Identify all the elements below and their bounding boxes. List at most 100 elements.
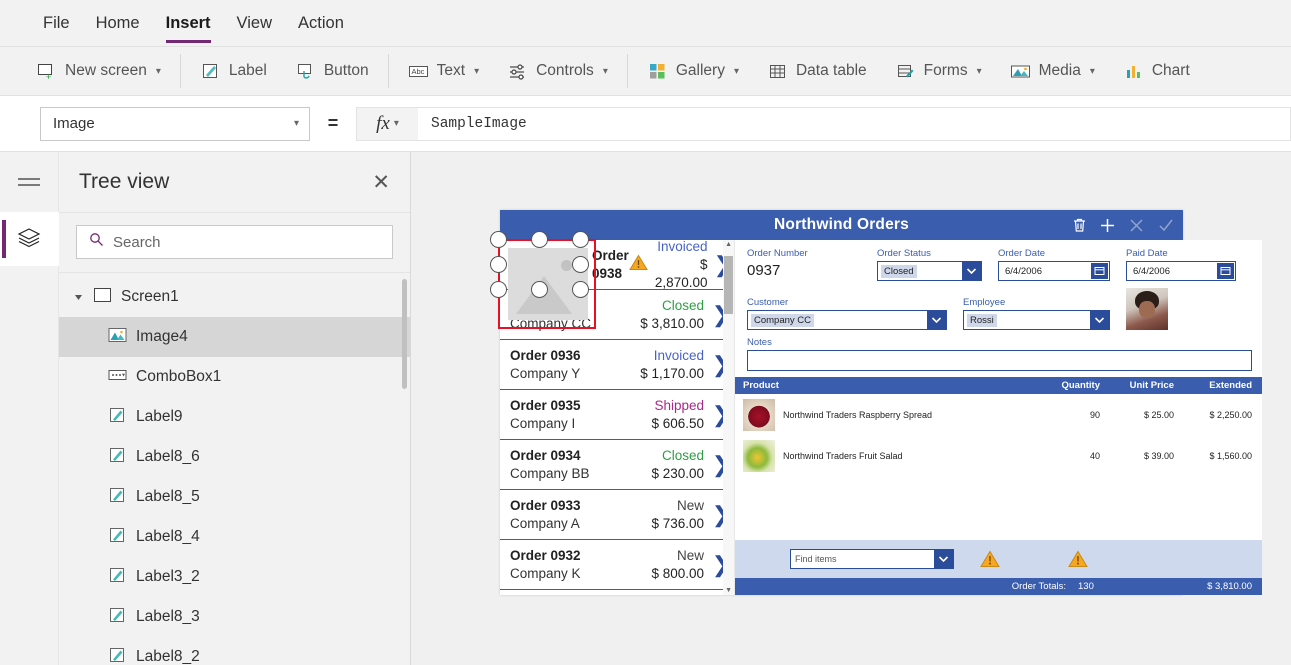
tree-scrollbar[interactable] xyxy=(402,279,407,389)
equals-sign: = xyxy=(327,113,339,133)
gallery-row[interactable]: Order 0936 Company Y Invoiced $ 1,170.00… xyxy=(500,340,734,390)
resize-handle-e[interactable] xyxy=(572,256,589,273)
tree-view-rail-button[interactable] xyxy=(0,212,59,266)
resize-handle-nw[interactable] xyxy=(490,231,507,248)
find-items-bar: Find items xyxy=(735,540,1262,578)
ribbon-text-button[interactable]: Abc Text ▾ xyxy=(394,54,493,88)
resize-handle-sw[interactable] xyxy=(490,281,507,298)
gallery-row[interactable]: Order 0938 Invoiced $ 2,870.00 ❯ xyxy=(490,231,734,329)
employee-value: Rossi xyxy=(967,313,997,327)
tree-item-label8-2[interactable]: Label8_2 xyxy=(59,637,410,665)
raspberry-spread-thumb xyxy=(743,398,775,431)
table-row[interactable]: Northwind Traders Raspberry Spread 90 $ … xyxy=(735,394,1262,435)
resize-handle-se[interactable] xyxy=(572,281,589,298)
chevron-down-icon[interactable] xyxy=(962,262,981,280)
ribbon-data-table-button[interactable]: Data table xyxy=(753,54,881,88)
layers-icon xyxy=(17,226,41,253)
field-paid-date: Paid Date 6/4/2006 xyxy=(1126,248,1236,281)
field-label: Order Date xyxy=(998,248,1045,259)
gallery-order-label: Order 0934 xyxy=(510,447,581,463)
ribbon-media-button[interactable]: Media ▾ xyxy=(996,54,1109,88)
tree-item-label3-2[interactable]: Label3_2 xyxy=(59,557,410,597)
tree-item-label8-4[interactable]: Label8_4 xyxy=(59,517,410,557)
ribbon-label: New screen xyxy=(65,62,147,79)
find-items-combobox[interactable]: Find items xyxy=(790,549,954,569)
fx-button[interactable]: fx ▾ xyxy=(356,106,418,141)
menu-item-home[interactable]: Home xyxy=(83,0,153,47)
confirm-check-icon[interactable] xyxy=(1157,217,1175,234)
close-icon[interactable]: ✕ xyxy=(372,172,390,193)
cancel-x-icon[interactable] xyxy=(1128,217,1145,234)
ribbon-button-button[interactable]: Button xyxy=(281,54,383,88)
menu-item-insert[interactable]: Insert xyxy=(153,0,224,47)
chevron-down-icon[interactable] xyxy=(934,550,953,568)
resize-handle-s[interactable] xyxy=(531,281,548,298)
ribbon-label: Chart xyxy=(1151,62,1190,79)
property-select[interactable]: Image ▾ xyxy=(40,106,310,141)
gallery-row[interactable]: Order 0934 Company BB Closed $ 230.00 ❯ xyxy=(500,440,734,490)
calendar-icon[interactable] xyxy=(1091,263,1108,279)
table-row[interactable]: Northwind Traders Fruit Salad 40 $ 39.00… xyxy=(735,435,1262,476)
tree-item-label8-6[interactable]: Label8_6 xyxy=(59,437,410,477)
gallery-row-left: Order 0935 Company I xyxy=(510,397,651,433)
ribbon-forms-button[interactable]: Forms ▾ xyxy=(881,54,996,88)
tree-item-label: Label8_2 xyxy=(136,648,200,665)
gallery-row[interactable]: Order 0932 Company K New $ 800.00 ❯ xyxy=(500,540,734,590)
fruit-salad-thumb xyxy=(743,439,775,472)
gallery-row-right: New $ 800.00 xyxy=(651,547,704,583)
menu-item-view[interactable]: View xyxy=(224,0,285,47)
label-icon xyxy=(108,487,127,508)
trash-icon[interactable] xyxy=(1072,217,1087,233)
order-date-picker[interactable]: 6/4/2006 xyxy=(998,261,1110,281)
customer-dropdown[interactable]: Company CC xyxy=(747,310,947,330)
chevron-down-icon[interactable] xyxy=(927,311,946,329)
ribbon-gallery-button[interactable]: Gallery ▾ xyxy=(633,54,753,88)
tree-item-label8-5[interactable]: Label8_5 xyxy=(59,477,410,517)
plus-icon[interactable] xyxy=(1099,217,1116,234)
ribbon-chart-button[interactable]: Chart xyxy=(1109,54,1204,88)
main-menu-bar: File Home Insert View Action xyxy=(0,0,1291,47)
gallery-order-label: Order 0935 xyxy=(510,397,581,413)
chevron-expanded-icon[interactable] xyxy=(73,292,84,303)
employee-avatar xyxy=(1126,288,1168,330)
gallery-company-label: Company A xyxy=(510,515,580,531)
tree-item-combobox1[interactable]: ComboBox1 xyxy=(59,357,410,397)
warning-icon xyxy=(980,550,1000,568)
employee-dropdown[interactable]: Rossi xyxy=(963,310,1110,330)
chevron-down-icon[interactable] xyxy=(1090,311,1109,329)
search-input[interactable]: Search xyxy=(76,225,393,259)
tree-item-label8-3[interactable]: Label8_3 xyxy=(59,597,410,637)
gallery-row[interactable]: Order 0933 Company A New $ 736.00 ❯ xyxy=(500,490,734,540)
hamburger-menu-button[interactable] xyxy=(0,152,59,212)
ribbon-label-button[interactable]: Label xyxy=(186,54,281,88)
order-status-dropdown[interactable]: Closed xyxy=(877,261,982,281)
gallery-row-right: Invoiced $ 1,170.00 xyxy=(640,347,704,383)
field-notes: Notes xyxy=(747,337,1252,371)
tree-item-image4[interactable]: Image4 xyxy=(59,317,410,357)
column-header-extended: Extended xyxy=(1209,380,1252,391)
ribbon-controls-button[interactable]: Controls ▾ xyxy=(493,54,622,88)
ribbon-new-screen-button[interactable]: + New screen ▾ xyxy=(22,54,175,88)
chevron-down-icon: ▾ xyxy=(1089,65,1095,77)
tree-item-screen1[interactable]: Screen1 xyxy=(59,277,410,317)
scroll-up-arrow-icon[interactable]: ▲ xyxy=(725,241,732,248)
tree-item-label9[interactable]: Label9 xyxy=(59,397,410,437)
gallery-row[interactable]: Order 0935 Company I Shipped $ 606.50 ❯ xyxy=(500,390,734,440)
resize-handle-w[interactable] xyxy=(490,256,507,273)
gallery-row-right: New $ 736.00 xyxy=(651,497,704,533)
product-cell: Northwind Traders Raspberry Spread xyxy=(743,398,1036,431)
paid-date-picker[interactable]: 6/4/2006 xyxy=(1126,261,1236,281)
resize-handle-n[interactable] xyxy=(531,231,548,248)
resize-handle-ne[interactable] xyxy=(572,231,589,248)
notes-input[interactable] xyxy=(747,350,1252,371)
formula-input[interactable]: SampleImage xyxy=(418,106,1291,141)
gallery-amount-label: $ 736.00 xyxy=(651,515,704,531)
gallery-status-label: Closed xyxy=(661,447,704,463)
scroll-down-arrow-icon[interactable]: ▼ xyxy=(725,587,732,594)
tree-item-label: Label8_5 xyxy=(136,488,200,505)
menu-item-file[interactable]: File xyxy=(30,0,83,47)
gallery-scrollbar[interactable]: ▲ ▼ xyxy=(723,240,734,595)
gallery-scroll-thumb[interactable] xyxy=(724,256,733,314)
calendar-icon[interactable] xyxy=(1217,263,1234,279)
menu-item-action[interactable]: Action xyxy=(285,0,357,47)
